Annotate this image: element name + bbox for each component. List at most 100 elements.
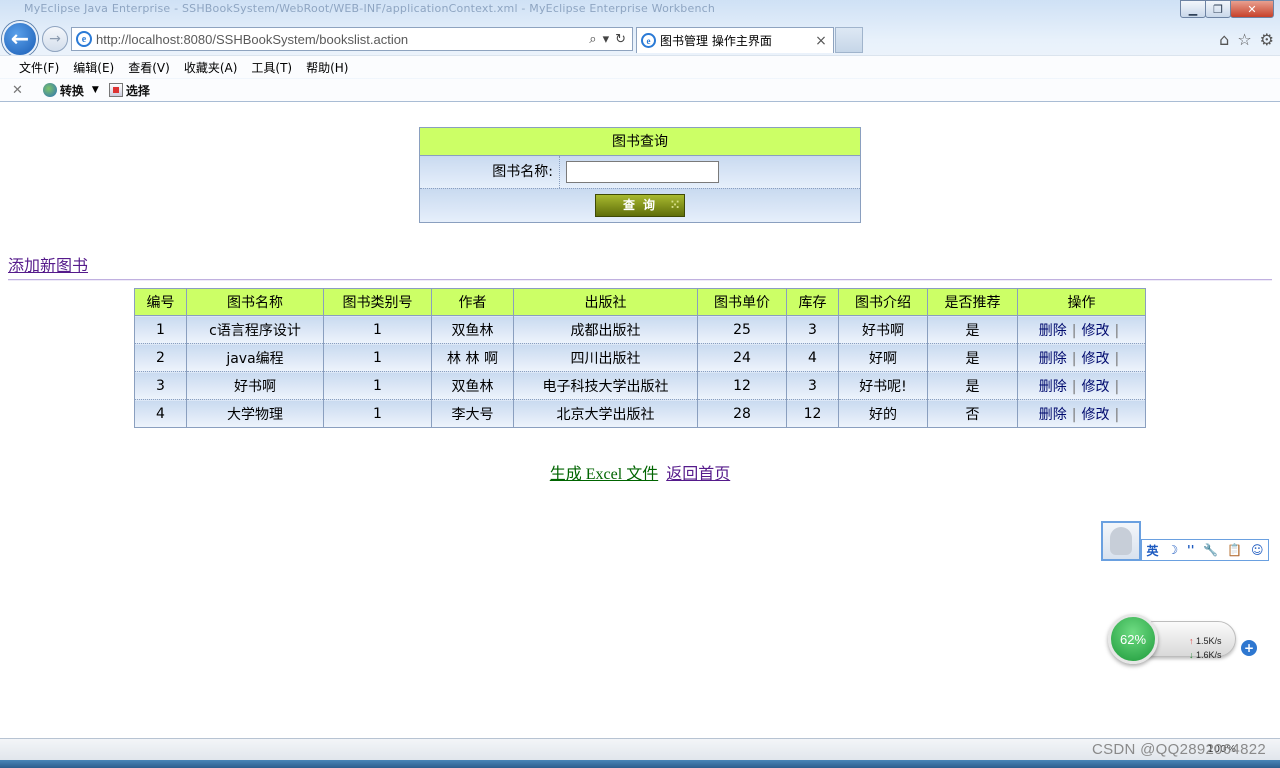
cell-stock: 12: [786, 399, 839, 428]
window-title: MyEclipse Java Enterprise - SSHBookSyste…: [24, 2, 716, 15]
smiley-icon[interactable]: ☺: [1251, 543, 1264, 557]
search-icon[interactable]: ⌕: [589, 32, 596, 47]
table-row: 1 c语言程序设计 1 双鱼林 成都出版社 25 3 好书啊是删除 | 修改 |: [134, 315, 1146, 344]
chevron-down-icon[interactable]: ▾: [603, 32, 610, 47]
action-separator: |: [1071, 378, 1077, 395]
delete-link[interactable]: 删除: [1039, 379, 1067, 395]
settings-gear-icon[interactable]: ⚙: [1260, 30, 1274, 49]
action-separator: |: [1071, 350, 1077, 367]
action-separator: |: [1114, 322, 1120, 339]
menu-edit[interactable]: 编辑(E): [66, 59, 121, 76]
tab-close-icon[interactable]: ×: [813, 33, 829, 49]
cell-name: 大学物理: [186, 399, 324, 428]
col-header-recommend: 是否推荐: [927, 288, 1018, 316]
col-header-category: 图书类别号: [323, 288, 432, 316]
browser-tab-active[interactable]: e 图书管理 操作主界面 ×: [636, 27, 834, 53]
browser-chrome: MyEclipse Java Enterprise - SSHBookSyste…: [0, 0, 1280, 102]
network-speed-widget[interactable]: ↑ 1.5K/s ↓ 1.6K/s + 62%: [1108, 614, 1257, 664]
cell-stock: 3: [786, 371, 839, 400]
col-header-price: 图书单价: [697, 288, 787, 316]
close-window-button[interactable]: ✕: [1230, 0, 1274, 18]
cell-id: 1: [134, 315, 187, 344]
return-home-link[interactable]: 返回首页: [666, 466, 730, 483]
cell-price: 12: [697, 371, 787, 400]
convert-button[interactable]: 转换: [42, 82, 84, 99]
book-search-form: 图书查询 图书名称: 查询: [419, 127, 861, 223]
delete-link[interactable]: 删除: [1039, 351, 1067, 367]
cell-recommend: 否: [927, 399, 1018, 428]
wrench-icon[interactable]: 🔧: [1203, 543, 1218, 557]
book-name-input-cell: [560, 156, 860, 188]
accelerate-plus-icon[interactable]: +: [1241, 640, 1257, 656]
ime-toolbar: 英 ☽ '' 🔧 📋 ☺: [1101, 521, 1269, 561]
edit-link[interactable]: 修改: [1082, 379, 1110, 395]
table-row: 2 java编程 1 林 林 啊四川出版社 24 4 好啊是删除 | 修改 |: [134, 343, 1146, 372]
home-icon[interactable]: ⌂: [1219, 30, 1229, 49]
cell-recommend: 是: [927, 371, 1018, 400]
edit-link[interactable]: 修改: [1082, 351, 1110, 367]
minimize-button[interactable]: ▁: [1180, 0, 1206, 18]
generate-excel-link[interactable]: 生成 Excel 文件: [550, 466, 658, 483]
tab-label: 图书管理 操作主界面: [660, 34, 772, 48]
book-name-input[interactable]: [566, 161, 719, 183]
cell-stock: 4: [786, 343, 839, 372]
cell-category: 1: [323, 371, 432, 400]
divider: [8, 279, 1272, 281]
menu-file[interactable]: 文件(F): [12, 59, 66, 76]
download-speed: 1.6K/s: [1196, 650, 1222, 660]
bottom-links: 生成 Excel 文件 返回首页: [0, 460, 1280, 484]
ime-bar: 英 ☽ '' 🔧 📋 ☺: [1141, 539, 1269, 561]
address-bar[interactable]: e http://localhost:8080/SSHBookSystem/bo…: [71, 27, 633, 51]
cell-price: 25: [697, 315, 787, 344]
memory-percent: 62%: [1108, 614, 1158, 664]
cell-author: 双鱼林: [431, 315, 514, 344]
ime-lang-toggle[interactable]: 英: [1146, 542, 1158, 559]
action-separator: |: [1114, 378, 1120, 395]
menu-view[interactable]: 查看(V): [121, 59, 177, 76]
search-button-row: 查询: [420, 189, 860, 222]
upload-arrow-icon: ↑: [1189, 636, 1194, 646]
cell-category: 1: [323, 399, 432, 428]
clipboard-icon[interactable]: 📋: [1227, 543, 1242, 557]
cell-intro: 好书呢!: [838, 371, 928, 400]
qq-avatar-icon[interactable]: [1101, 521, 1141, 561]
convert-icon: [42, 83, 57, 97]
maximize-button[interactable]: ❐: [1205, 0, 1231, 18]
edit-link[interactable]: 修改: [1082, 323, 1110, 339]
forward-button[interactable]: →: [42, 26, 68, 52]
book-list-table: 编号 图书名称 图书类别号 作者 出版社 图书单价 库存 图书介绍 是否推荐 操…: [134, 288, 1146, 428]
upload-speed: 1.5K/s: [1196, 636, 1222, 646]
net-speeds: ↑ 1.5K/s ↓ 1.6K/s: [1189, 634, 1222, 662]
convert-dropdown-icon[interactable]: ▼: [92, 85, 99, 95]
search-title: 图书查询: [420, 128, 860, 156]
col-header-author: 作者: [431, 288, 514, 316]
cell-price: 24: [697, 343, 787, 372]
search-name-row: 图书名称:: [420, 156, 860, 189]
search-submit-button[interactable]: 查询: [595, 194, 685, 217]
delete-link[interactable]: 删除: [1039, 407, 1067, 423]
book-name-label: 图书名称:: [420, 156, 560, 188]
select-button[interactable]: 选择: [108, 82, 150, 99]
select-label: 选择: [125, 83, 150, 98]
menu-help[interactable]: 帮助(H): [299, 59, 355, 76]
new-tab-button[interactable]: [835, 27, 863, 53]
menu-favorites[interactable]: 收藏夹(A): [177, 59, 245, 76]
menu-tools[interactable]: 工具(T): [244, 59, 299, 76]
refresh-icon[interactable]: ↻: [615, 32, 626, 47]
punctuation-icon[interactable]: '': [1187, 543, 1194, 557]
menu-bar: 文件(F) 编辑(E) 查看(V) 收藏夹(A) 工具(T) 帮助(H): [0, 55, 1280, 78]
cell-publisher: 北京大学出版社: [513, 399, 698, 428]
moon-icon[interactable]: ☽: [1167, 543, 1178, 557]
add-new-book-link[interactable]: 添加新图书: [8, 252, 88, 276]
cell-id: 4: [134, 399, 187, 428]
cell-intro: 好的: [838, 399, 928, 428]
favorites-star-icon[interactable]: ☆: [1237, 30, 1251, 49]
cell-intro: 好书啊: [838, 315, 928, 344]
cell-publisher: 成都出版社: [513, 315, 698, 344]
back-button[interactable]: ←: [2, 21, 38, 57]
status-bar: 100% CSDN @QQ2892064822: [0, 738, 1280, 760]
close-toolbar-icon[interactable]: ✕: [12, 83, 23, 98]
convert-label: 转换: [59, 83, 84, 98]
delete-link[interactable]: 删除: [1039, 323, 1067, 339]
edit-link[interactable]: 修改: [1082, 407, 1110, 423]
